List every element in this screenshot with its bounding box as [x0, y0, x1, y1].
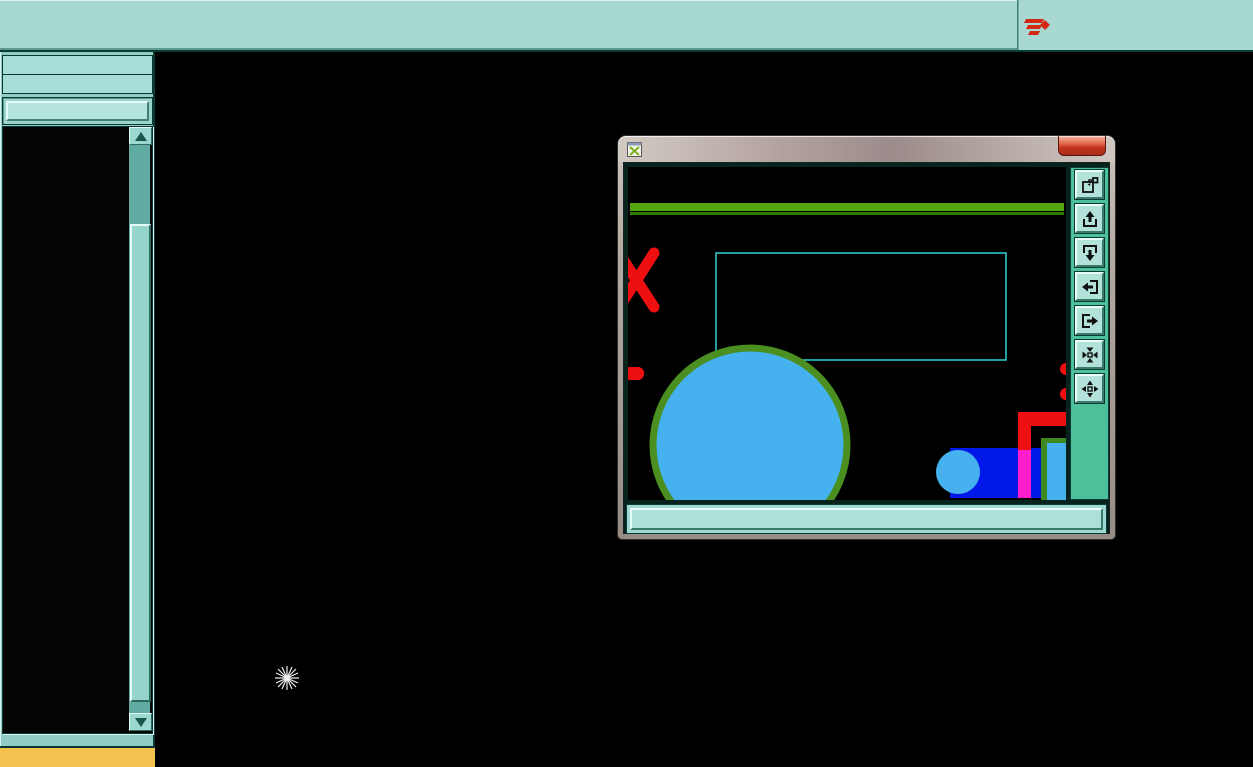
triangle-down-icon: [134, 717, 147, 727]
layer-list-scrollbar[interactable]: [129, 127, 152, 731]
triangle-up-icon: [134, 131, 147, 141]
step-name: [3, 75, 152, 93]
job-matrix-button[interactable]: [6, 101, 149, 121]
logo-stripes-icon: [1023, 19, 1045, 35]
copy-view-icon[interactable]: [1075, 170, 1104, 199]
job-name: [3, 56, 152, 75]
layer-list: [2, 126, 153, 734]
crosshair-cursor-icon: [275, 666, 299, 690]
job-info-box: [2, 55, 153, 94]
popview-close-bar: [626, 504, 1107, 534]
popview-window[interactable]: [618, 136, 1115, 539]
arrows-in-icon[interactable]: [1075, 340, 1104, 369]
popview-toolbar: [1070, 167, 1109, 500]
arrows-out-icon[interactable]: [1075, 374, 1104, 403]
scroll-down-button[interactable]: [129, 713, 152, 731]
pan-right-icon[interactable]: [1075, 306, 1104, 335]
scrollbar-thumb[interactable]: [130, 224, 151, 702]
popview-close-button[interactable]: [630, 508, 1103, 530]
job-matrix-panel: [2, 97, 153, 125]
close-window-button[interactable]: [1058, 136, 1106, 156]
sidebar: [0, 52, 155, 767]
popview-titlebar[interactable]: [618, 136, 1115, 162]
pan-left-icon[interactable]: [1075, 272, 1104, 301]
genesis-2000-app: [0, 0, 1253, 767]
logo-product-text: [1051, 25, 1065, 26]
popview-canvas[interactable]: [628, 167, 1066, 500]
pan-up-icon[interactable]: [1075, 204, 1104, 233]
scroll-up-button[interactable]: [129, 127, 152, 145]
frontline-logo: [1019, 0, 1253, 50]
pan-down-icon[interactable]: [1075, 238, 1104, 267]
popview-window-icon: [627, 141, 642, 157]
menu-bar: [0, 0, 1253, 52]
popview-body: [623, 162, 1110, 534]
selected-count-bar: [0, 746, 155, 767]
